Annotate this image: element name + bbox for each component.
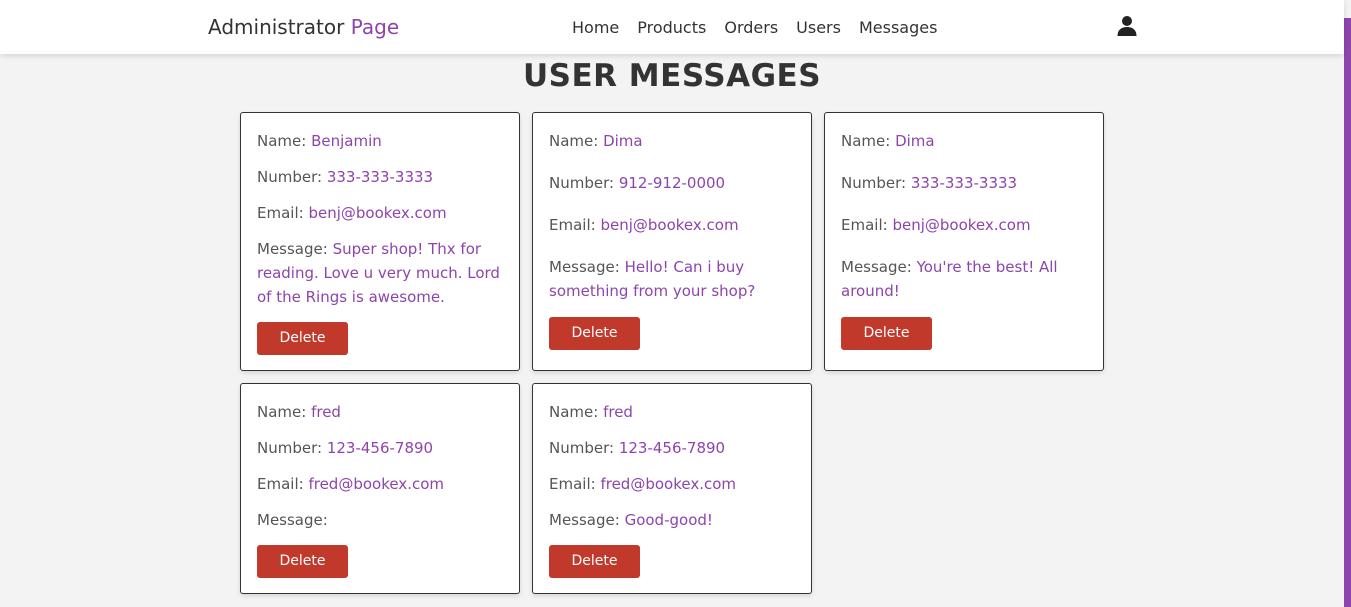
delete-button[interactable]: Delete: [549, 545, 640, 578]
logo-main-text: Administrator: [208, 15, 345, 39]
name-label: Name:: [549, 403, 604, 421]
top-navbar: Administrator Page Home Products Orders …: [0, 0, 1344, 54]
message-label: Message:: [257, 240, 333, 258]
email-value: benj@bookex.com: [308, 204, 447, 222]
number-value: 333-333-3333: [910, 174, 1018, 192]
number-label: Number:: [257, 439, 327, 457]
name-label: Name:: [257, 403, 312, 421]
message-card: Name: fred Number: 123-456-7890 Email: f…: [240, 383, 520, 594]
message-card: Name: Benjamin Number: 333-333-3333 Emai…: [240, 112, 520, 371]
number-value: 333-333-3333: [326, 168, 434, 186]
message-label: Message:: [257, 511, 328, 529]
message-row: Message: Super shop! Thx for reading. Lo…: [257, 237, 503, 309]
message-label: Message:: [549, 258, 625, 276]
name-row: Name: fred: [549, 400, 795, 424]
number-row: Number: 912-912-0000: [549, 171, 795, 195]
name-value: Dima: [895, 132, 935, 150]
email-value: fred@bookex.com: [600, 475, 736, 493]
number-label: Number:: [257, 168, 327, 186]
email-label: Email:: [841, 216, 893, 234]
email-row: Email: benj@bookex.com: [257, 201, 503, 225]
message-row: Message: Good-good!: [549, 508, 795, 532]
number-value: 912-912-0000: [618, 174, 726, 192]
page-title: USER MESSAGES: [522, 58, 822, 94]
email-label: Email:: [549, 475, 601, 493]
nav-products[interactable]: Products: [637, 18, 706, 37]
email-label: Email:: [257, 475, 309, 493]
name-value: fred: [311, 403, 341, 421]
main-nav: Home Products Orders Users Messages: [572, 18, 937, 37]
email-row: Email: fred@bookex.com: [257, 472, 503, 496]
name-value: fred: [603, 403, 633, 421]
name-label: Name:: [257, 132, 312, 150]
email-label: Email:: [549, 216, 601, 234]
number-row: Number: 123-456-7890: [257, 436, 503, 460]
number-value: 123-456-7890: [618, 439, 726, 457]
nav-users[interactable]: Users: [796, 18, 841, 37]
number-label: Number:: [549, 439, 619, 457]
email-row: Email: benj@bookex.com: [841, 213, 1087, 237]
message-value: Good-good!: [624, 511, 713, 529]
email-row: Email: benj@bookex.com: [549, 213, 795, 237]
nav-messages[interactable]: Messages: [859, 18, 937, 37]
site-logo[interactable]: Administrator Page: [208, 15, 399, 39]
email-label: Email:: [257, 204, 309, 222]
nav-home[interactable]: Home: [572, 18, 619, 37]
name-value: Benjamin: [311, 132, 382, 150]
message-row: Message:: [257, 508, 503, 532]
name-label: Name:: [841, 132, 896, 150]
message-row: Message: You're the best! All around!: [841, 255, 1087, 303]
email-value: benj@bookex.com: [892, 216, 1031, 234]
user-icon[interactable]: [1116, 15, 1138, 37]
email-value: benj@bookex.com: [600, 216, 739, 234]
email-row: Email: fred@bookex.com: [549, 472, 795, 496]
delete-button[interactable]: Delete: [257, 545, 348, 578]
name-row: Name: fred: [257, 400, 503, 424]
number-row: Number: 333-333-3333: [257, 165, 503, 189]
message-label: Message:: [549, 511, 625, 529]
message-label: Message:: [841, 258, 917, 276]
message-card: Name: Dima Number: 912-912-0000 Email: b…: [532, 112, 812, 371]
message-card: Name: Dima Number: 333-333-3333 Email: b…: [824, 112, 1104, 371]
delete-button[interactable]: Delete: [549, 317, 640, 350]
delete-button[interactable]: Delete: [257, 322, 348, 355]
message-card: Name: fred Number: 123-456-7890 Email: f…: [532, 383, 812, 594]
message-row: Message: Hello! Can i buy something from…: [549, 255, 795, 303]
number-label: Number:: [549, 174, 619, 192]
number-value: 123-456-7890: [326, 439, 434, 457]
name-row: Name: Dima: [549, 129, 795, 153]
name-row: Name: Benjamin: [257, 129, 503, 153]
number-row: Number: 123-456-7890: [549, 436, 795, 460]
logo-accent-text: Page: [350, 15, 400, 39]
delete-button[interactable]: Delete: [841, 317, 932, 350]
number-label: Number:: [841, 174, 911, 192]
email-value: fred@bookex.com: [308, 475, 444, 493]
name-value: Dima: [603, 132, 643, 150]
number-row: Number: 333-333-3333: [841, 171, 1087, 195]
scrollbar[interactable]: [1344, 18, 1351, 607]
name-label: Name:: [549, 132, 604, 150]
nav-orders[interactable]: Orders: [724, 18, 778, 37]
name-row: Name: Dima: [841, 129, 1087, 153]
